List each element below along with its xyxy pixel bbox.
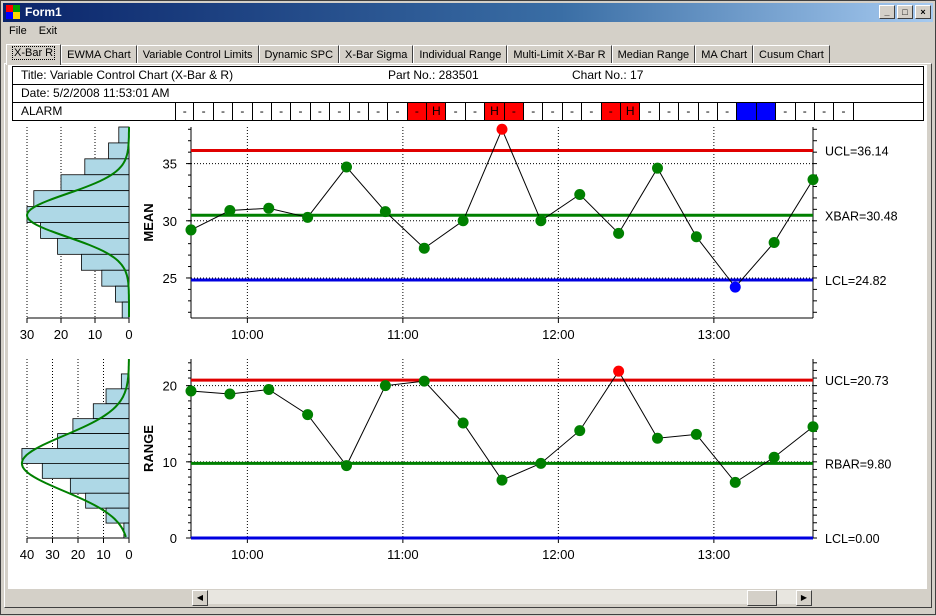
x-tick-label: 10:00 — [231, 547, 264, 562]
hist-tick-label: 0 — [125, 327, 132, 342]
data-point — [379, 206, 391, 218]
series-line — [190, 128, 814, 288]
y-tick-label: 20 — [163, 379, 177, 394]
data-point — [263, 202, 275, 214]
limit-label-ucl: UCL=20.73 — [825, 374, 889, 388]
data-point — [613, 227, 625, 239]
x-tick-label: 11:00 — [387, 547, 419, 562]
data-point — [729, 476, 741, 488]
horizontal-scrollbar[interactable]: ◀ ▶ — [191, 589, 813, 606]
data-point — [768, 451, 780, 463]
hist-bar — [21, 448, 130, 464]
x-tick-label: 13:00 — [698, 547, 731, 562]
hist-tick-label: 30 — [45, 547, 59, 562]
main-window: Form1 _ □ × File Exit X-Bar R EWMA Chart V… — [0, 0, 936, 615]
data-point — [535, 215, 547, 227]
hist-tick-label: 10 — [96, 547, 110, 562]
data-point — [457, 215, 469, 227]
data-point — [729, 281, 741, 293]
x-tick-label: 13:00 — [698, 327, 731, 342]
y-tick-label: 25 — [163, 271, 177, 286]
hist-bar — [41, 463, 130, 479]
data-point — [496, 123, 508, 135]
hist-bar — [84, 158, 130, 176]
tab-label: X-Bar R — [12, 46, 56, 60]
hist-tick-label: 20 — [54, 327, 68, 342]
spc-charts: 10:00 11:00 12:00 13:00 25 30 35 MEAN UCL=36.14 X… — [20, 123, 898, 562]
x-tick-label: 12:00 — [542, 327, 575, 342]
hist-bar — [33, 190, 130, 207]
hist-bar — [26, 206, 130, 223]
limit-label-lcl: LCL=0.00 — [825, 532, 880, 546]
y-tick-label: 10 — [163, 455, 177, 470]
data-point — [263, 383, 275, 395]
data-point — [341, 460, 352, 472]
x-tick-label: 11:00 — [387, 327, 419, 342]
data-point — [807, 174, 819, 186]
hist-bar — [81, 253, 130, 271]
y-tick-label: 35 — [163, 157, 177, 172]
data-point — [574, 188, 586, 200]
data-point — [224, 204, 236, 216]
limit-label-lcl: LCL=24.82 — [825, 274, 887, 288]
hist-tick-label: 30 — [20, 327, 34, 342]
data-point — [535, 457, 547, 469]
y-tick-label: 0 — [170, 531, 177, 546]
y-axis-label: MEAN — [141, 203, 156, 241]
series-line — [190, 370, 814, 484]
limit-label-center: RBAR=9.80 — [825, 457, 891, 471]
hist-tick-label: 20 — [71, 547, 85, 562]
scroll-thumb[interactable] — [747, 590, 777, 606]
x-tick-label: 10:00 — [231, 327, 264, 342]
limit-label-center: XBAR=30.48 — [825, 209, 898, 223]
hist-bar — [57, 433, 130, 449]
hist-bar — [85, 492, 130, 509]
hist-bar — [121, 301, 130, 319]
hist-tick-label: 10 — [88, 327, 102, 342]
data-point — [574, 425, 586, 437]
scroll-right-button[interactable]: ▶ — [796, 590, 812, 606]
data-point — [613, 365, 625, 377]
data-point — [341, 161, 352, 173]
y-axis-label: RANGE — [141, 425, 156, 472]
data-point — [690, 428, 702, 440]
hist-bar — [69, 477, 130, 494]
hist-tick-label: 40 — [20, 547, 34, 562]
scroll-left-button[interactable]: ◀ — [192, 590, 208, 606]
data-point — [302, 409, 314, 421]
tab-x-bar-r[interactable]: X-Bar R — [6, 44, 62, 65]
data-point — [652, 432, 663, 444]
data-point — [185, 385, 197, 397]
data-point — [496, 474, 508, 486]
data-point — [418, 375, 430, 387]
data-point — [224, 388, 236, 400]
data-point — [379, 380, 391, 392]
data-point — [418, 242, 430, 254]
x-tick-label: 12:00 — [542, 547, 575, 562]
data-point — [768, 237, 780, 249]
data-point — [652, 162, 663, 174]
y-tick-label: 30 — [163, 214, 177, 229]
data-point — [690, 231, 702, 243]
data-point — [807, 421, 819, 433]
hist-tick-label: 0 — [125, 547, 132, 562]
data-point — [185, 224, 197, 236]
hist-bar — [115, 285, 130, 303]
hist-bar — [118, 126, 130, 144]
hist-bar — [72, 418, 130, 434]
data-point — [302, 211, 314, 223]
data-point — [457, 417, 469, 429]
hist-bar — [40, 222, 130, 239]
limit-label-ucl: UCL=36.14 — [825, 145, 889, 159]
